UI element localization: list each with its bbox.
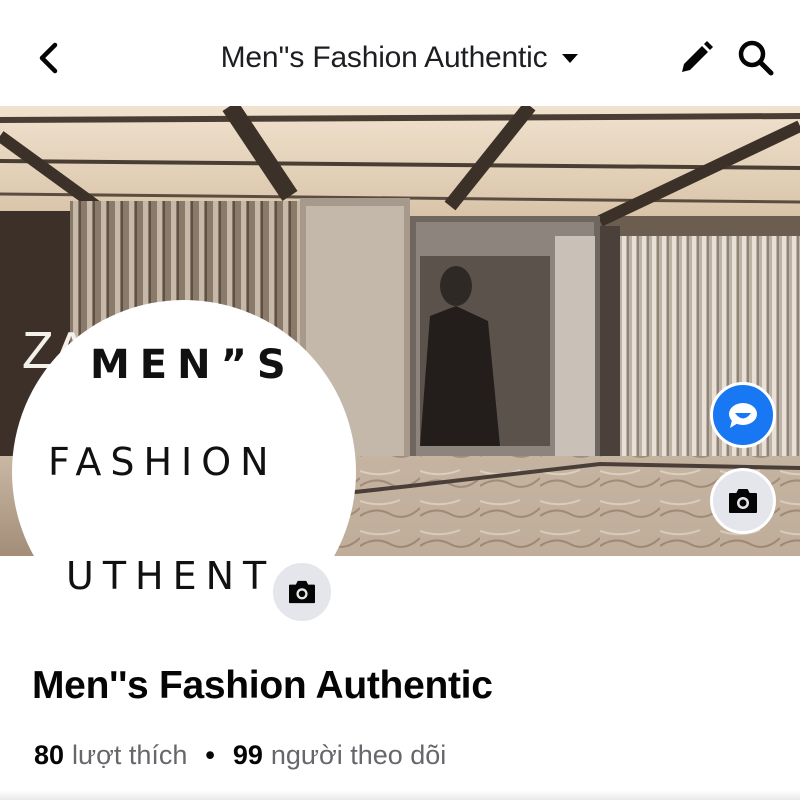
likes-label[interactable]: lượt thích [72, 740, 187, 771]
chevron-left-icon [39, 42, 58, 74]
page-stats: 80 lượt thích • 99 người theo dõi [34, 740, 446, 771]
edit-profile-picture-button[interactable] [270, 560, 334, 624]
pencil-icon [682, 41, 713, 72]
edit-button[interactable] [676, 38, 716, 78]
page-switcher[interactable]: Men''s Fashion Authentic [221, 41, 580, 75]
followers-label[interactable]: người theo dõi [271, 740, 446, 771]
search-button[interactable] [734, 38, 778, 78]
page-name: Men''s Fashion Authentic [32, 664, 493, 707]
search-icon [738, 40, 774, 76]
camera-icon [729, 489, 757, 513]
edit-cover-photo-button[interactable] [710, 468, 776, 534]
stats-separator: • [205, 740, 215, 770]
avatar-logo-line2: FASHION [48, 440, 278, 484]
messenger-icon [729, 403, 757, 428]
divider [0, 790, 800, 800]
messenger-button[interactable] [710, 382, 776, 448]
likes-count[interactable]: 80 [34, 740, 64, 771]
avatar-logo-line1: MEN”S [90, 342, 296, 388]
camera-icon [289, 580, 316, 604]
back-button[interactable] [28, 38, 68, 78]
caret-down-icon [562, 54, 579, 63]
top-navigation-bar: Men''s Fashion Authentic [0, 0, 800, 106]
followers-count[interactable]: 99 [233, 740, 263, 771]
header-title: Men''s Fashion Authentic [220, 41, 548, 74]
